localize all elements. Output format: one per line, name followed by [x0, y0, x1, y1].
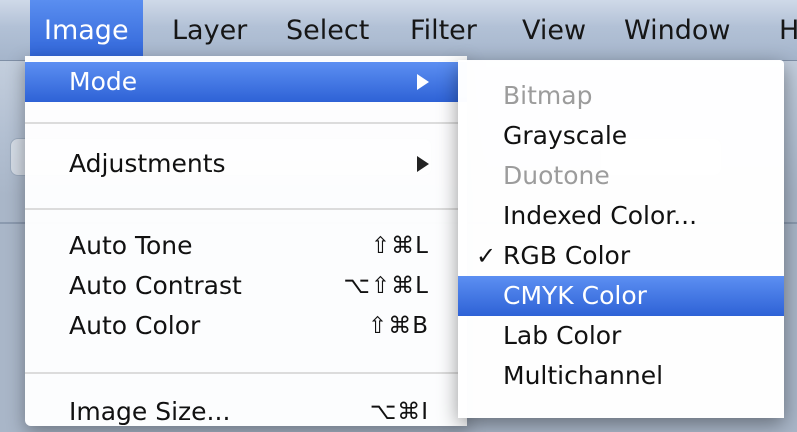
menu-help[interactable]: H [765, 0, 797, 60]
menu-item-mode[interactable]: Mode [25, 62, 467, 102]
keyboard-shortcut: ⌥⌘I [369, 399, 429, 425]
menu-item-auto-color[interactable]: Auto Color ⇧⌘B [25, 306, 467, 346]
menu-item-label: Auto Tone [69, 231, 193, 260]
menu-item-label: Image Size... [69, 397, 231, 426]
menu-item-label: Auto Contrast [69, 271, 242, 300]
menu-item-adjustments[interactable]: Adjustments [25, 144, 467, 184]
mode-item-cmyk-color[interactable]: CMYK Color [458, 276, 784, 316]
mode-item-rgb-color[interactable]: ✓ RGB Color [458, 236, 784, 276]
menu-bar: Image Layer Select Filter View Window H [0, 0, 797, 61]
menu-item-label: Bitmap [503, 81, 593, 110]
menu-window[interactable]: Window [610, 0, 744, 60]
menu-view[interactable]: View [508, 0, 600, 60]
mode-item-lab-color[interactable]: Lab Color [458, 316, 784, 356]
keyboard-shortcut: ⇧⌘L [370, 233, 429, 259]
menu-item-label: Mode [69, 67, 138, 96]
menu-item-label: Auto Color [69, 311, 201, 340]
mode-item-bitmap: Bitmap [458, 76, 784, 116]
menu-separator [25, 372, 467, 374]
menu-item-label: Lab Color [503, 321, 622, 350]
menu-item-label: CMYK Color [503, 281, 647, 310]
menu-item-image-size[interactable]: Image Size... ⌥⌘I [25, 392, 467, 432]
mode-item-indexed-color[interactable]: Indexed Color... [458, 196, 784, 236]
mode-item-grayscale[interactable]: Grayscale [458, 116, 784, 156]
menu-image[interactable]: Image [30, 0, 143, 60]
keyboard-shortcut: ⇧⌘B [367, 313, 429, 339]
menu-item-label: Grayscale [503, 121, 628, 150]
image-menu: Mode Adjustments Auto Tone ⇧⌘L Auto Cont… [25, 56, 467, 426]
menu-item-label: RGB Color [503, 241, 631, 270]
submenu-arrow-icon [417, 74, 429, 90]
menu-separator [25, 122, 467, 124]
menu-item-label: Multichannel [503, 361, 664, 390]
menu-item-label: Duotone [503, 161, 610, 190]
mode-item-duotone: Duotone [458, 156, 784, 196]
menu-item-auto-tone[interactable]: Auto Tone ⇧⌘L [25, 226, 467, 266]
menu-filter[interactable]: Filter [396, 0, 491, 60]
keyboard-shortcut: ⌥⇧⌘L [343, 273, 429, 299]
menu-separator [25, 208, 467, 210]
menu-select[interactable]: Select [272, 0, 383, 60]
mode-item-multichannel[interactable]: Multichannel [458, 356, 784, 396]
menu-item-label: Adjustments [69, 149, 226, 178]
menu-layer[interactable]: Layer [158, 0, 261, 60]
menu-item-auto-contrast[interactable]: Auto Contrast ⌥⇧⌘L [25, 266, 467, 306]
checkmark-icon: ✓ [476, 242, 497, 270]
menu-item-label: Indexed Color... [503, 201, 698, 230]
mode-submenu: Bitmap Grayscale Duotone Indexed Color..… [458, 60, 784, 418]
submenu-arrow-icon [417, 156, 429, 172]
